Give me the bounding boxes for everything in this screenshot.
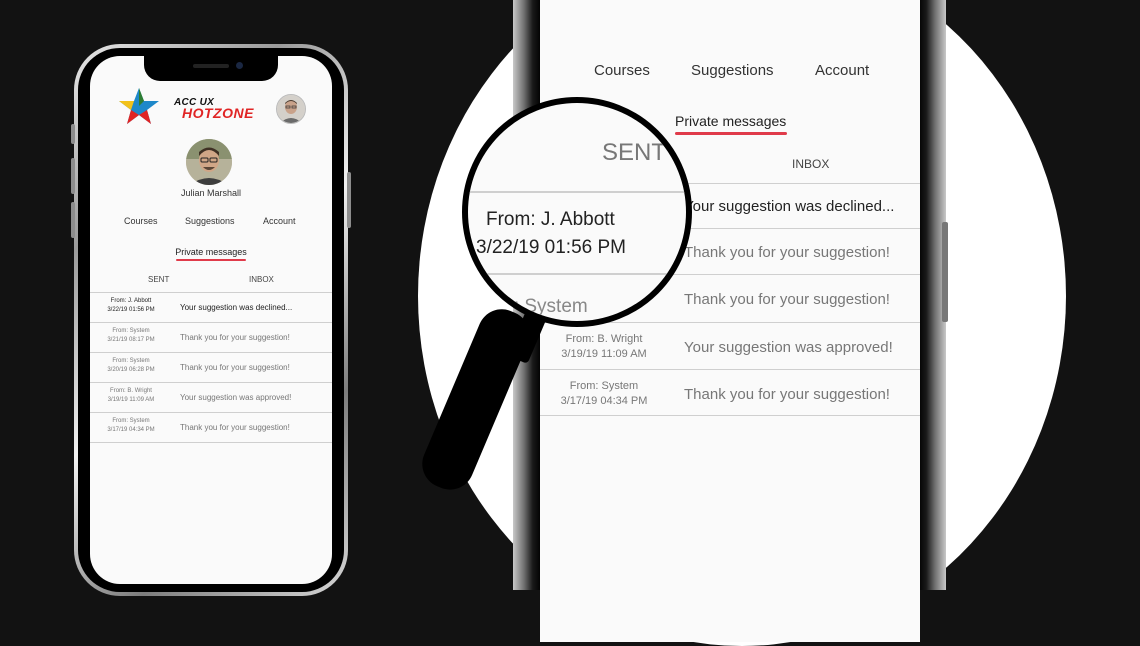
message-time: 3/19/19 11:09 AM <box>107 397 155 403</box>
message-from: From: B. Wright <box>110 388 152 394</box>
message-preview: Thank you for your suggestion! <box>180 333 290 342</box>
message-time: 3/21/19 08:17 PM <box>107 337 155 343</box>
zoom-row-divider <box>540 369 920 370</box>
message-time: 3/22/19 01:56 PM <box>107 307 155 313</box>
zoom-message-preview[interactable]: Thank you for your suggestion! <box>684 291 890 308</box>
message-from: From: System <box>112 358 150 364</box>
zoom-power-button <box>942 222 948 322</box>
message-preview: Your suggestion was approved! <box>180 393 292 402</box>
message-from: From: J. Abbott <box>110 298 152 304</box>
phone-notch <box>144 56 278 81</box>
user-avatar <box>186 139 232 185</box>
message-preview: Thank you for your suggestion! <box>180 363 290 372</box>
message-preview: Thank you for your suggestion! <box>180 423 290 432</box>
message-row[interactable]: From: System 3/17/19 04:34 PM Thank you … <box>90 412 332 443</box>
message-time: 3/20/19 06:28 PM <box>107 367 155 373</box>
brand-line2: HOTZONE <box>182 105 254 121</box>
section-title: Private messages <box>175 247 247 257</box>
zoom-nav-suggestions[interactable]: Suggestions <box>691 62 774 79</box>
nav-suggestions[interactable]: Suggestions <box>185 216 235 226</box>
message-row[interactable]: From: System 3/20/19 06:28 PM Thank you … <box>90 352 332 382</box>
message-from: From: System <box>112 418 150 424</box>
message-row[interactable]: From: B. Wright 3/19/19 11:09 AM Your su… <box>90 382 332 412</box>
section-title-underline <box>176 259 246 261</box>
nav-account[interactable]: Account <box>263 216 296 226</box>
message-from: From: System <box>112 328 150 334</box>
lens-message-from: From: J. Abbott <box>486 209 615 230</box>
tab-inbox[interactable]: INBOX <box>249 275 274 284</box>
zoom-message-preview[interactable]: Thank you for your suggestion! <box>684 386 890 403</box>
camera-icon <box>236 62 243 69</box>
tab-sent[interactable]: SENT <box>148 275 169 284</box>
volume-up-button <box>71 158 75 194</box>
power-button <box>347 172 351 228</box>
message-preview: Your suggestion was declined... <box>180 303 293 312</box>
message-row[interactable]: From: System 3/21/19 08:17 PM Thank you … <box>90 322 332 352</box>
mute-switch <box>71 124 75 144</box>
zoom-tab-inbox[interactable]: INBOX <box>792 157 829 171</box>
zoom-message-time: 3/19/19 11:09 AM <box>561 348 647 360</box>
zoom-message-from: From: System <box>569 380 639 392</box>
speaker-grille <box>193 64 229 68</box>
zoom-message-preview[interactable]: Your suggestion was declined... <box>684 198 894 215</box>
lens-system-fragment: m: System <box>498 296 588 317</box>
message-row[interactable]: From: J. Abbott 3/22/19 01:56 PM Your su… <box>90 292 332 322</box>
zoom-message-from: From: B. Wright <box>565 333 643 345</box>
zoom-section-underline <box>675 132 787 135</box>
zoom-nav-courses[interactable]: Courses <box>594 62 650 79</box>
user-name: Julian Marshall <box>180 188 242 198</box>
lens-row-divider <box>468 191 686 193</box>
person-icon <box>277 95 305 123</box>
zoom-nav-account[interactable]: Account <box>815 62 869 79</box>
lens-tab-sent: SENT <box>602 139 667 166</box>
zoom-message-preview[interactable]: Your suggestion was approved! <box>684 339 893 356</box>
lens-row-divider <box>468 273 686 275</box>
zoom-message-preview[interactable]: Thank you for your suggestion! <box>684 244 890 261</box>
nav-courses[interactable]: Courses <box>124 216 158 226</box>
star-logo-icon <box>119 88 159 124</box>
zoom-section-title: Private messages <box>675 113 787 129</box>
magnifier-lens: SENT From: J. Abbott 3/22/19 01:56 PM m:… <box>462 97 692 327</box>
person-photo-icon <box>186 139 232 185</box>
zoom-message-time: 3/17/19 04:34 PM <box>560 395 648 407</box>
phone-screen: ACC UX HOTZONE Julian Marshall Courses S… <box>90 56 332 584</box>
volume-down-button <box>71 202 75 238</box>
lens-message-time: 3/22/19 01:56 PM <box>476 237 626 258</box>
message-time: 3/17/19 04:34 PM <box>107 427 155 433</box>
profile-avatar[interactable] <box>276 94 306 124</box>
zoom-row-divider <box>540 415 920 416</box>
message-list: From: J. Abbott 3/22/19 01:56 PM Your su… <box>90 292 332 443</box>
